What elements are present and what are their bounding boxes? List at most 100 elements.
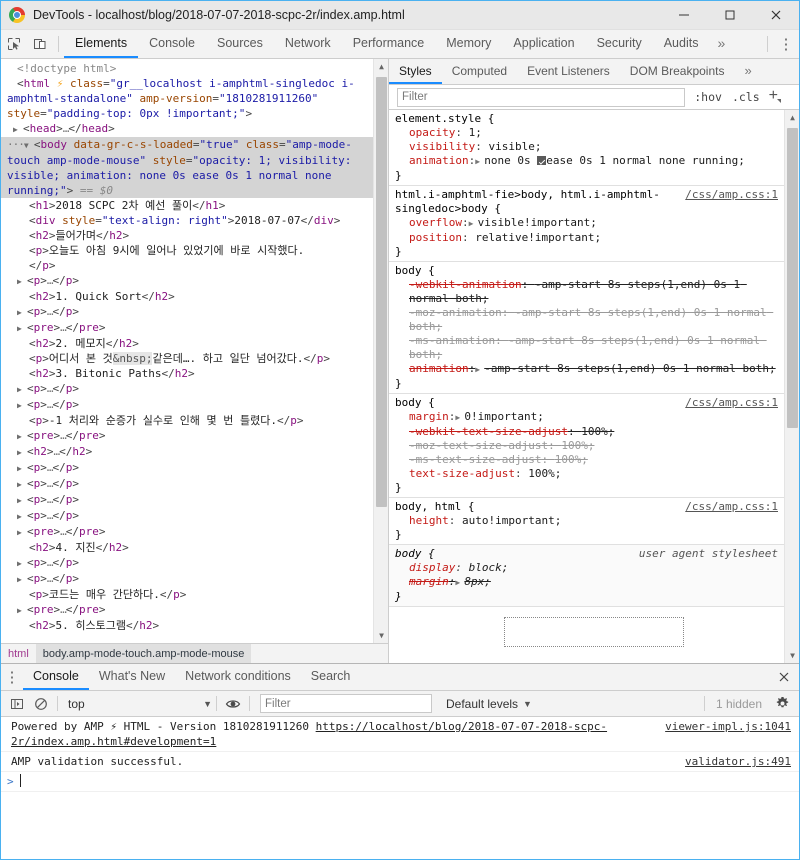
breadcrumb-item-html[interactable]: html [1, 644, 36, 663]
hov-toggle-button[interactable]: :hov [689, 90, 727, 104]
declaration-overflow[interactable]: overflow:▶ visible!important; [389, 216, 784, 231]
expand-arrow-icon[interactable]: ▶ [17, 398, 27, 413]
prop-value[interactable]: 0!important; [464, 410, 543, 423]
declaration-ms-animation[interactable]: -ms-animation: -amp-start 8s steps(1,end… [389, 334, 784, 362]
declaration-webkit-animation[interactable]: -webkit-animation: -amp-start 8s steps(1… [389, 278, 784, 306]
expand-arrow-icon[interactable]: ▶ [17, 305, 27, 320]
tab-computed[interactable]: Computed [442, 59, 517, 84]
scroll-down-icon[interactable]: ▼ [374, 628, 388, 643]
expand-arrow-icon[interactable]: ▶ [17, 429, 27, 444]
styles-filter-input[interactable] [397, 87, 686, 107]
declaration-height[interactable]: height: auto!important; [389, 514, 784, 528]
rule-origin-link[interactable]: /css/amp.css:1 [685, 188, 778, 202]
dom-line-body-selected[interactable]: ···▼ <body data-gr-c-s-loaded="true" clas… [1, 137, 388, 198]
dom-line-h2-quicksort[interactable]: <h2>1. Quick Sort</h2> [1, 289, 388, 304]
scroll-up-icon[interactable]: ▲ [374, 59, 388, 74]
new-style-rule-button[interactable]: + [765, 87, 782, 107]
animation-checkbox[interactable] [537, 156, 547, 165]
prop-value[interactable]: 8px; [464, 575, 491, 588]
dom-line-p-code-simple[interactable]: <p>코드는 매우 간단하다.</p> [1, 587, 388, 602]
dom-tree-scrollbar[interactable]: ▲ ▼ [373, 59, 388, 643]
tab-event-listeners[interactable]: Event Listeners [517, 59, 620, 84]
expand-arrow-icon[interactable]: ▶ [17, 274, 27, 289]
dom-line-p-collapsed-9[interactable]: ▶ <p>…</p> [1, 555, 388, 571]
declaration-webkit-text-size-adjust[interactable]: -webkit-text-size-adjust: 100%; [389, 425, 784, 439]
log-levels-select[interactable]: Default levels ▼ [438, 697, 540, 711]
declaration-position[interactable]: position: relative!important; [389, 231, 784, 245]
drawer-tab-network-conditions[interactable]: Network conditions [175, 664, 301, 690]
declaration-animation-shorthand[interactable]: animation:▶ -amp-start 8s steps(1,end) 0s… [389, 362, 784, 377]
console-message-amp-version[interactable]: Powered by AMP ⚡ HTML - Version 18102819… [1, 717, 799, 752]
minimize-button[interactable] [661, 1, 707, 30]
drawer-close-icon[interactable] [769, 664, 799, 690]
prop-value[interactable]: 100%; [581, 425, 614, 438]
dom-line-h2-collapsed[interactable]: ▶ <h2>…</h2> [1, 444, 388, 460]
dom-line-p-collapsed-1[interactable]: ▶ <p>…</p> [1, 273, 388, 289]
prop-value[interactable]: -amp-start 8s steps(1,end) 0s 1 normal b… [484, 362, 775, 375]
expand-arrow-icon[interactable]: ▶ [17, 525, 27, 540]
console-prompt-row[interactable]: > [1, 772, 799, 792]
dom-line-div-date[interactable]: <div style="text-align: right">2018-07-0… [1, 213, 388, 228]
dom-line-pre-collapsed-2[interactable]: ▶ <pre>…</pre> [1, 428, 388, 444]
declaration-margin[interactable]: margin:▶ 0!important; [389, 410, 784, 425]
styles-scrollbar[interactable]: ▲ ▼ [784, 110, 799, 663]
tab-console[interactable]: Console [138, 30, 206, 58]
declaration-ms-text-size-adjust[interactable]: -ms-text-size-adjust: 100%; [389, 453, 784, 467]
prop-value[interactable]: 1; [469, 126, 482, 139]
message-source-link[interactable]: validator.js:491 [685, 754, 791, 769]
dom-line-h2-intro[interactable]: <h2>들어가며</h2> [1, 228, 388, 243]
dom-line-h2-histogram[interactable]: <h2>5. 히스토그램</h2> [1, 618, 388, 633]
dom-line-p-collapsed-10[interactable]: ▶ <p>…</p> [1, 571, 388, 587]
declaration-moz-animation[interactable]: -moz-animation: -amp-start 8s steps(1,en… [389, 306, 784, 334]
prop-value[interactable]: relative!important; [475, 231, 601, 244]
dom-line-p-collapsed-2[interactable]: ▶ <p>…</p> [1, 304, 388, 320]
expand-arrow-icon[interactable]: ▶ [17, 493, 27, 508]
breadcrumb-item-body[interactable]: body.amp-mode-touch.amp-mode-mouse [35, 644, 252, 663]
style-rule-body-html-height[interactable]: body, html { /css/amp.css:1 height: auto… [389, 498, 784, 545]
dom-line-h1[interactable]: <h1>2018 SCPC 2차 예선 풀이</h1> [1, 198, 388, 213]
expand-arrow-icon[interactable]: ▶ [17, 461, 27, 476]
dom-line-h2-memo[interactable]: <h2>2. 메모지</h2> [1, 336, 388, 351]
prop-value[interactable]: visible!important; [478, 216, 597, 229]
dom-line-pre-collapsed-4[interactable]: ▶ <pre>…</pre> [1, 602, 388, 618]
style-rule-body-margin[interactable]: body { /css/amp.css:1 margin:▶ 0!importan… [389, 394, 784, 498]
expand-arrow-icon[interactable]: ▶ [17, 382, 27, 397]
expand-arrow-icon[interactable]: ▶ [17, 477, 27, 492]
dom-line-html[interactable]: <html ⚡ class="gr__localhost i-amphtml-s… [1, 76, 388, 121]
inspect-element-icon[interactable] [1, 30, 27, 58]
styles-rules-list[interactable]: element.style { opacity: 1; visibility: … [389, 110, 799, 663]
expand-arrow-icon[interactable]: ▶ [17, 509, 27, 524]
console-settings-gear-icon[interactable] [769, 696, 795, 711]
tab-dom-breakpoints[interactable]: DOM Breakpoints [620, 59, 735, 84]
device-toolbar-icon[interactable] [27, 30, 53, 58]
prop-value[interactable]: 100%; [561, 439, 594, 452]
tab-application[interactable]: Application [502, 30, 585, 58]
dom-line-p-collapsed-7[interactable]: ▶ <p>…</p> [1, 492, 388, 508]
drawer-tab-search[interactable]: Search [301, 664, 361, 690]
styles-more-tabs-chevron-icon[interactable]: » [734, 59, 761, 84]
scrollbar-thumb[interactable] [787, 128, 798, 428]
dom-line-p-collapsed-8[interactable]: ▶ <p>…</p> [1, 508, 388, 524]
console-filter-input[interactable] [260, 694, 432, 713]
tab-sources[interactable]: Sources [206, 30, 274, 58]
prop-value[interactable]: visible; [488, 140, 541, 153]
dom-line-h2-earthquake[interactable]: <h2>4. 지진</h2> [1, 540, 388, 555]
dom-line-pre-collapsed-3[interactable]: ▶ <pre>…</pre> [1, 524, 388, 540]
style-rule-user-agent-body[interactable]: body { user agent stylesheet display: bl… [389, 545, 784, 607]
dom-line-p-collapsed-4[interactable]: ▶ <p>…</p> [1, 397, 388, 413]
declaration-display[interactable]: display: block; [389, 561, 784, 575]
declaration-ua-margin[interactable]: margin:▶ 8px; [389, 575, 784, 590]
tab-elements[interactable]: Elements [64, 30, 139, 58]
maximize-button[interactable] [707, 1, 753, 30]
tab-memory[interactable]: Memory [435, 30, 502, 58]
tab-network[interactable]: Network [274, 30, 342, 58]
declaration-visibility[interactable]: visibility: visible; [389, 140, 784, 154]
expand-arrow-icon[interactable]: ▶ [17, 445, 27, 460]
dom-line-p-collapsed-3[interactable]: ▶ <p>…</p> [1, 381, 388, 397]
console-message-validation[interactable]: AMP validation successful. validator.js:… [1, 752, 799, 772]
live-expression-eye-icon[interactable] [221, 692, 245, 716]
expand-arrow-icon[interactable]: ▶ [17, 572, 27, 587]
clear-console-icon[interactable] [29, 692, 53, 716]
declaration-opacity[interactable]: opacity: 1; [389, 126, 784, 140]
expand-shorthand-icon[interactable]: ▶ [475, 155, 484, 169]
